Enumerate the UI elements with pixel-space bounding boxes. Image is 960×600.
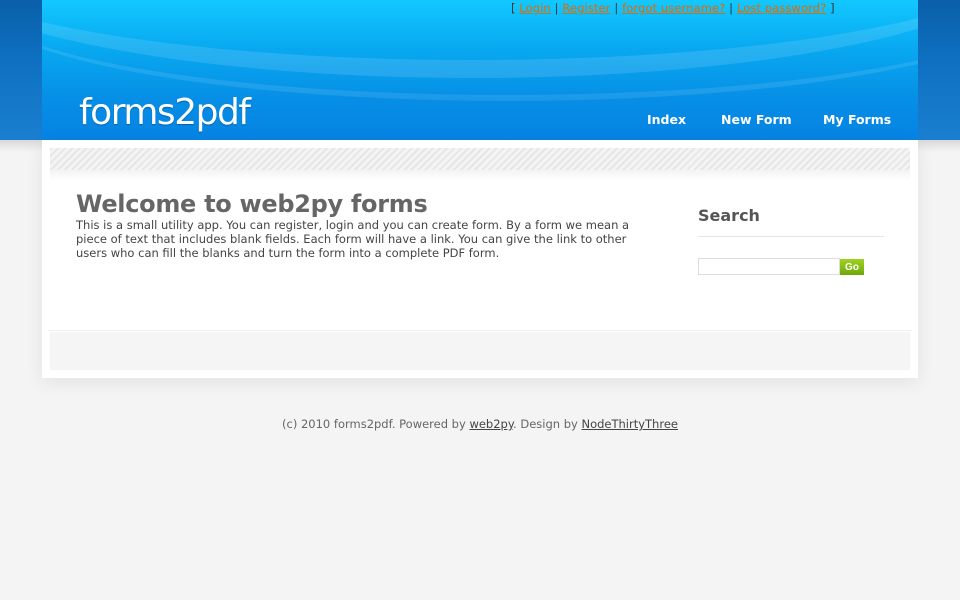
register-link[interactable]: Register [562, 1, 610, 15]
forgot-username-link[interactable]: forgot username? [622, 1, 725, 15]
search-go-button[interactable]: Go [840, 259, 864, 275]
header-swoosh [42, 0, 918, 101]
decorative-stripes [50, 148, 910, 170]
panel-footer [50, 332, 910, 370]
divider [698, 236, 884, 237]
nav-index[interactable]: Index [647, 112, 686, 127]
auth-links: [ Login | Register | forgot username? | … [511, 1, 835, 15]
footer-prefix: (c) 2010 forms2pdf. Powered by [282, 417, 470, 431]
page-title: Welcome to web2py forms [76, 190, 428, 218]
content-panel: Welcome to web2py forms This is a small … [42, 140, 918, 378]
bracket-open: [ [511, 1, 516, 15]
separator: | [614, 1, 619, 15]
footer-middle: . Design by [513, 417, 582, 431]
stripes-fade [50, 170, 910, 180]
separator: | [554, 1, 559, 15]
bracket-close: ] [830, 1, 835, 15]
nav-my-forms[interactable]: My Forms [823, 112, 891, 127]
intro-text: This is a small utility app. You can reg… [76, 218, 630, 260]
lost-password-link[interactable]: Lost password? [737, 1, 827, 15]
divider [48, 330, 912, 331]
main-nav: Index New Form My Forms [0, 112, 960, 132]
search-heading: Search [698, 206, 760, 225]
search-input[interactable] [698, 258, 840, 275]
designer-link[interactable]: NodeThirtyThree [581, 417, 678, 431]
separator: | [729, 1, 734, 15]
login-link[interactable]: Login [519, 1, 551, 15]
site-footer: (c) 2010 forms2pdf. Powered by web2py. D… [0, 417, 960, 431]
nav-new-form[interactable]: New Form [721, 112, 792, 127]
web2py-link[interactable]: web2py [469, 417, 513, 431]
